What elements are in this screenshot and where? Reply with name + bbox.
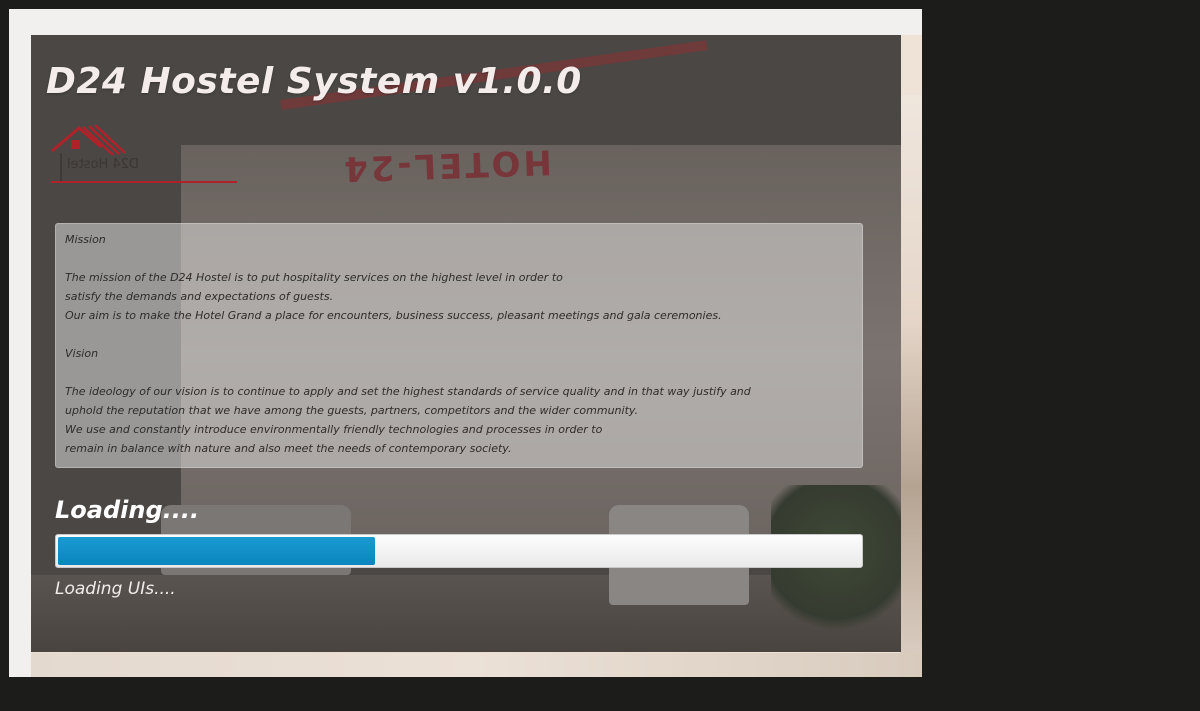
logo-text: D24 Hostel [67, 157, 139, 172]
mission-line: satisfy the demands and expectations of … [65, 290, 334, 303]
logo: D24 Hostel [49, 123, 239, 185]
mission-vision-panel: Mission The mission of the D24 Hostel is… [55, 223, 863, 468]
vision-line: The ideology of our vision is to continu… [65, 385, 751, 398]
mission-line: The mission of the D24 Hostel is to put … [65, 271, 563, 284]
house-icon [51, 124, 237, 183]
mission-heading: Mission [65, 233, 106, 246]
loading-title: Loading.... [55, 496, 200, 524]
vision-line: remain in balance with nature and also m… [65, 442, 512, 455]
vision-line [65, 363, 853, 382]
photo-edge-right [900, 95, 922, 655]
mission-line: Our aim is to make the Hotel Grand a pla… [65, 309, 722, 322]
mission-line [65, 249, 853, 268]
progress-fill [58, 537, 375, 565]
loading-progress-bar [55, 534, 863, 568]
splash-overlay: HOTEL-24 D24 Hostel System v1.0.0 D24 Ho… [31, 35, 901, 652]
vision-heading: Vision [65, 347, 99, 360]
mission-line [65, 325, 853, 344]
app-title: D24 Hostel System v1.0.0 [46, 61, 582, 102]
hotel-sign: HOTEL-24 [340, 141, 553, 189]
loading-status-text: Loading UIs.... [55, 579, 176, 599]
photo-edge-bottom [31, 653, 922, 677]
vision-line: uphold the reputation that we have among… [65, 404, 639, 417]
vision-line: We use and constantly introduce environm… [65, 423, 603, 436]
